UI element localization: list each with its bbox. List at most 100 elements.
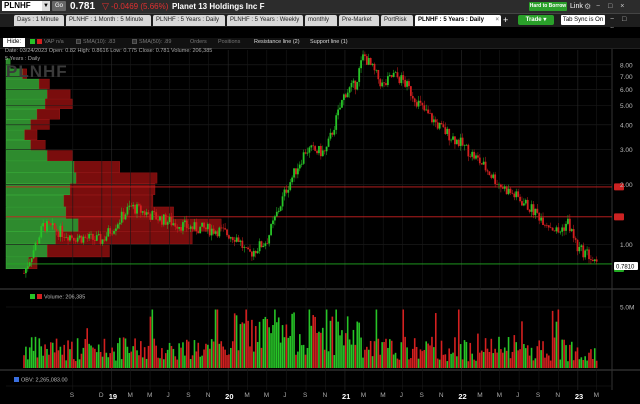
study-vap[interactable]: VAP n/a	[30, 38, 64, 47]
volume-bar	[333, 355, 336, 368]
volume-bar	[433, 347, 435, 368]
volume-bar	[253, 351, 255, 368]
hide-button[interactable]: Hide:	[3, 38, 25, 47]
candle-body	[162, 214, 165, 225]
candle-body	[375, 70, 378, 71]
study-orders[interactable]: Orders	[190, 38, 207, 47]
volume-bar	[180, 347, 182, 368]
candle-body	[61, 225, 64, 238]
tab-plnhf-5-years-daily-active[interactable]: PLNHF : 5 Years : Daily ×	[415, 15, 501, 26]
volume-bar	[51, 342, 54, 368]
candle-body	[166, 222, 169, 225]
study-sma10[interactable]: SMA(10): .83	[76, 38, 115, 47]
volume-bar	[500, 349, 502, 368]
go-button[interactable]: Go	[52, 1, 66, 11]
tab-plnhf-1-month-5-minute[interactable]: PLNHF : 1 Month : 5 Minute	[66, 15, 151, 26]
candle-body	[386, 76, 389, 86]
candle-body	[559, 231, 562, 233]
study-resistance[interactable]: Resistance line (2)	[254, 38, 300, 47]
volume-bar	[546, 353, 548, 368]
candle-body	[350, 82, 353, 88]
study-sma50[interactable]: SMA(50): .89	[132, 38, 171, 47]
volume-bar	[387, 347, 389, 368]
volume-bar	[346, 316, 349, 368]
symbol-dropdown-icon[interactable]: ▼	[42, 1, 50, 11]
volume-bar	[231, 341, 234, 368]
volume-bar	[496, 352, 498, 368]
trade-button[interactable]: Trade ▾	[518, 15, 554, 25]
candle-body	[160, 216, 163, 225]
candle-body	[565, 223, 567, 231]
candle-body	[149, 214, 152, 220]
volume-bar	[442, 354, 445, 368]
link-button[interactable]: Link	[570, 0, 583, 13]
volume-bar	[270, 333, 272, 368]
volume-bar	[398, 359, 401, 368]
candle-body	[107, 228, 110, 237]
volume-bar	[124, 338, 127, 368]
candle-body	[212, 228, 215, 234]
volume-bar	[36, 357, 39, 368]
tab-monthly[interactable]: monthly	[305, 15, 337, 26]
volume-bar	[306, 347, 309, 368]
volume-bar	[528, 355, 531, 368]
add-tab-icon[interactable]: +	[503, 15, 508, 26]
candle-body	[109, 228, 112, 234]
volume-bar	[28, 347, 31, 368]
volume-bar	[233, 313, 236, 368]
volume-bar	[590, 349, 592, 368]
candle-body	[557, 227, 560, 233]
candle-body	[197, 231, 200, 234]
volume-bar	[300, 345, 303, 368]
chart-canvas[interactable]: 8.00 7.00 6.00 5.00 4.00 3.00 2.00 1.00 0.7810 5…	[0, 40, 640, 390]
candle-body	[555, 227, 558, 232]
study-support[interactable]: Support line (1)	[310, 38, 348, 47]
tab-sync-button[interactable]: Tab Sync is On	[561, 15, 605, 25]
volume-bar	[390, 340, 393, 368]
study-positions[interactable]: Positions	[218, 38, 240, 47]
volume-bar	[507, 337, 510, 368]
gear-icon[interactable]: ⚙	[584, 2, 593, 11]
obv-legend: OBV: 2,265,083.00	[14, 377, 68, 384]
tab-portrisk[interactable]: PortRisk	[381, 15, 413, 26]
candle-body	[99, 234, 102, 244]
tab-pre-market[interactable]: Pre-Market	[339, 15, 379, 26]
tab-plnhf-5-years-weekly[interactable]: PLNHF : 5 Years : Weekly	[227, 15, 303, 26]
candle-body	[304, 152, 307, 154]
volume-bar	[184, 355, 186, 368]
tab-days-1-minute[interactable]: Days : 1 Minute	[14, 15, 64, 26]
candle-body	[413, 98, 416, 103]
volume-bar	[80, 353, 83, 368]
candle-body	[423, 105, 426, 111]
candle-body	[450, 139, 453, 141]
volume-bar	[25, 346, 27, 368]
obv-legend-label: OBV: 2,265,083.00	[21, 377, 68, 384]
tab-plnhf-5-years-daily[interactable]: PLNHF : 5 Years : Daily	[153, 15, 225, 26]
volume-bar	[174, 356, 177, 368]
candle-body	[262, 245, 265, 248]
volume-bar	[293, 312, 295, 368]
volume-bar	[82, 347, 85, 368]
candle-body	[93, 239, 96, 241]
symbol-input[interactable]: PLNHF	[2, 1, 42, 11]
vap-up-bar	[5, 108, 38, 120]
candle-body	[172, 223, 175, 226]
volume-bar	[425, 341, 428, 368]
volume-bar	[503, 347, 506, 368]
volume-bar	[320, 332, 322, 368]
candle-body	[373, 63, 376, 71]
volume-bar	[199, 356, 202, 368]
candle-body	[105, 236, 108, 241]
volume-bar	[23, 355, 25, 368]
volume-bar	[352, 329, 355, 368]
volume-bar	[69, 349, 71, 368]
candle-body	[76, 237, 79, 242]
candle-body	[339, 107, 341, 110]
volume-bar	[542, 341, 544, 368]
close-icon[interactable]: ×	[495, 15, 499, 26]
window-controls[interactable]: − □ ×	[596, 1, 627, 12]
candle-body	[578, 247, 581, 252]
candle-body	[55, 228, 58, 232]
candle-body	[90, 233, 92, 235]
volume-bar	[452, 352, 454, 368]
